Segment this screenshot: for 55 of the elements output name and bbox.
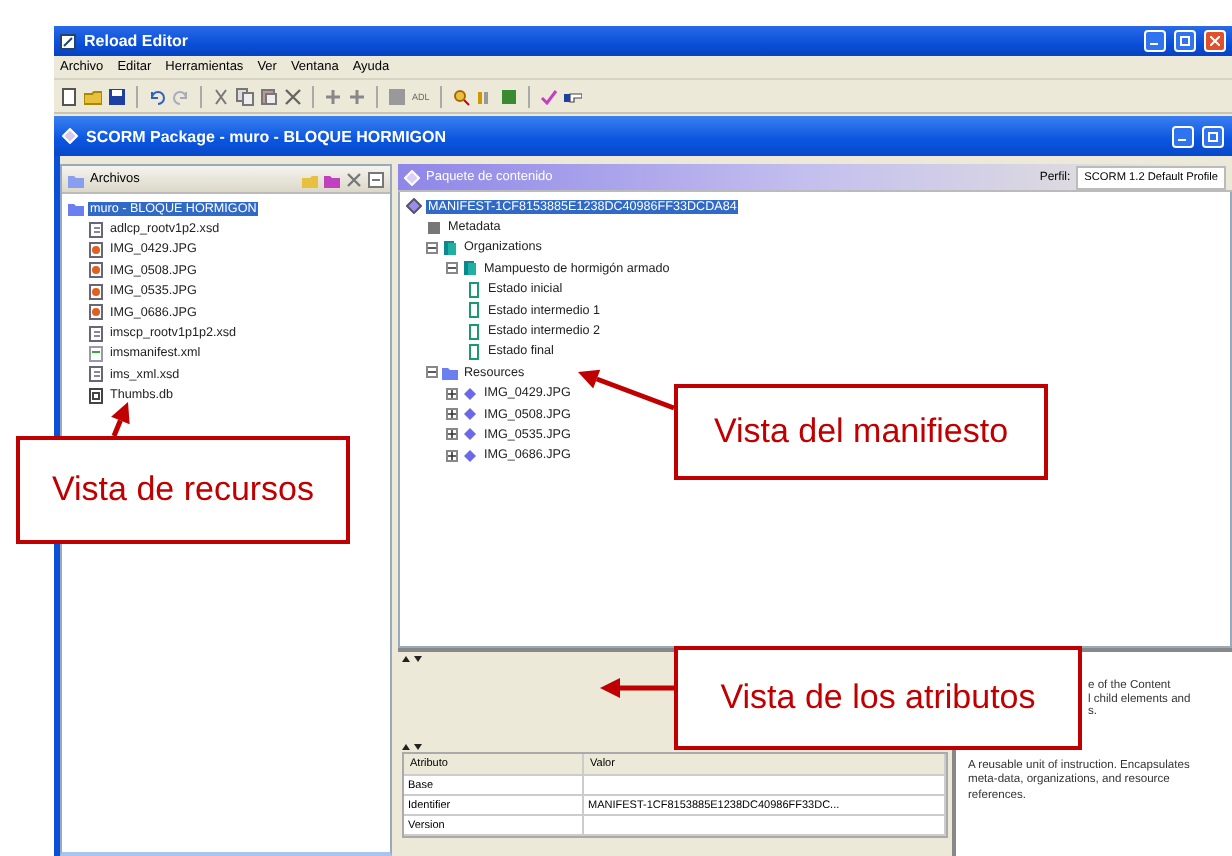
image-file-icon: [88, 304, 104, 321]
move-up-icon[interactable]: [324, 87, 342, 105]
delete-icon: [346, 171, 362, 187]
open-folder-icon: [302, 171, 318, 187]
image-file-icon: [88, 262, 104, 279]
pointer-arrow: [111, 402, 130, 437]
metadata-icon: [426, 219, 442, 236]
expander-icon[interactable]: [446, 449, 458, 462]
close-icon: [1210, 36, 1220, 46]
pointer-arrow: [600, 678, 674, 698]
image-file-icon: [88, 283, 104, 300]
delete-icon[interactable]: [284, 87, 302, 105]
file-icon: [88, 387, 104, 404]
maximize-button[interactable]: [1202, 125, 1224, 147]
splitter-arrows-icon[interactable]: [402, 654, 422, 662]
undo-icon[interactable]: [148, 87, 166, 105]
folder-icon: [324, 171, 340, 187]
square-icon[interactable]: [388, 87, 406, 105]
cut-icon[interactable]: [212, 87, 230, 105]
image-file-icon: [88, 241, 104, 258]
check-icon[interactable]: [539, 87, 558, 105]
splitter-arrows-icon[interactable]: [402, 742, 422, 750]
copy-icon[interactable]: [236, 87, 254, 105]
maximize-button[interactable]: [1174, 30, 1196, 52]
maximize-icon: [1208, 131, 1218, 141]
new-file-icon[interactable]: [60, 87, 78, 105]
close-button[interactable]: [1204, 30, 1226, 52]
move-down-icon[interactable]: [348, 87, 366, 105]
save-icon[interactable]: [108, 87, 126, 105]
app-icon: [60, 33, 76, 49]
expander-icon[interactable]: [446, 408, 458, 421]
folder-icon: [442, 364, 458, 381]
callout-label: Vista de recursos: [16, 436, 350, 544]
window-title: Reload Editor: [84, 32, 191, 50]
callout-label: Vista de los atributos: [674, 646, 1082, 750]
document-title: SCORM Package - muro - BLOQUE HORMIGON: [86, 127, 449, 145]
file-icon: [88, 366, 104, 383]
pointing-hand-icon[interactable]: [563, 87, 582, 105]
file-icon: [88, 325, 104, 342]
open-folder-icon[interactable]: [84, 87, 102, 105]
expander-icon[interactable]: [426, 241, 438, 254]
expander-icon[interactable]: [426, 366, 438, 379]
expander-icon[interactable]: [446, 262, 458, 275]
expander-icon[interactable]: [446, 428, 458, 441]
maximize-icon: [1180, 36, 1190, 46]
minimize-button[interactable]: [1144, 30, 1166, 52]
pointer-arrow: [578, 369, 675, 411]
expander-icon[interactable]: [446, 387, 458, 400]
search-icon[interactable]: [451, 87, 470, 105]
minimize-button[interactable]: [1172, 125, 1194, 147]
file-icon: [88, 345, 104, 362]
callout-label: Vista del manifiesto: [674, 384, 1048, 480]
file-icon: [88, 221, 104, 238]
paste-icon[interactable]: [260, 87, 278, 105]
package-icon: [62, 128, 78, 144]
